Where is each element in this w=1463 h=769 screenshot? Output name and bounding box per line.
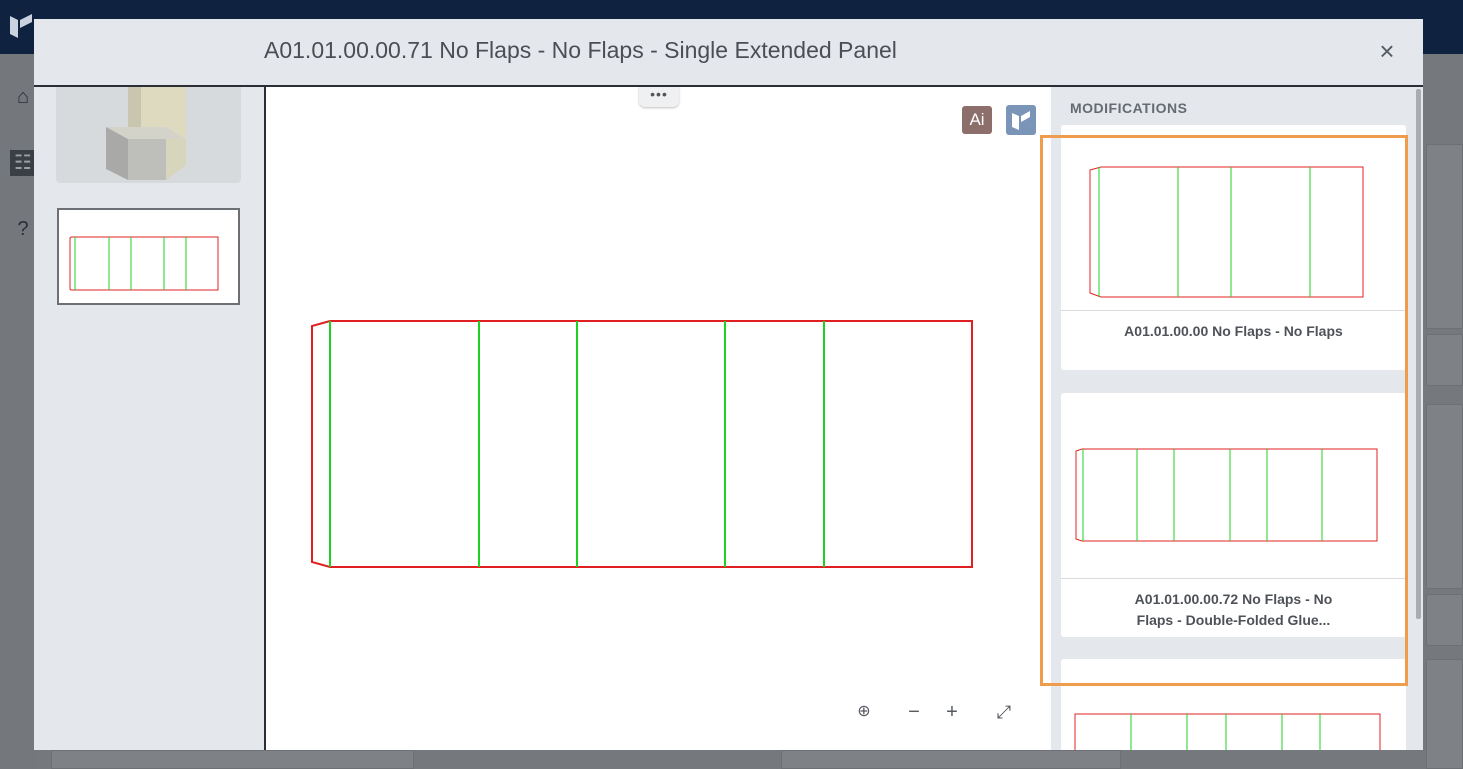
modification-dieline-image (1074, 713, 1381, 750)
modification-preview (1061, 393, 1406, 579)
thumbnail-3d[interactable] (56, 87, 241, 183)
dieline-thumbnail-image (69, 236, 219, 291)
modifications-heading: MODIFICATIONS (1070, 100, 1188, 116)
box-3d-image (106, 87, 186, 180)
modification-dieline-image (1089, 166, 1364, 298)
modal-title: A01.01.00.00.71 No Flaps - No Flaps - Si… (264, 37, 897, 63)
modifications-panel: MODIFICATIONS A01.01.00.00 No Flaps - No… (1051, 87, 1423, 750)
modification-dieline-image (1075, 448, 1378, 542)
modification-card[interactable]: A01.01.00.00 No Flaps - No Flaps (1061, 125, 1406, 370)
dieline-canvas[interactable]: ••• Ai ⊕ − + ⤢ (264, 87, 1051, 750)
zoom-out-icon[interactable]: − (902, 700, 926, 724)
modifications-scrollbar[interactable] (1416, 89, 1421, 619)
preview-thumbnails (34, 87, 264, 750)
help-icon[interactable]: ? (10, 216, 36, 242)
modification-label: A01.01.00.00.72 No Flaps - No Flaps - Do… (1134, 591, 1333, 628)
thumbnail-dieline[interactable] (57, 208, 240, 305)
modification-card[interactable]: A01.01.00.00.72 No Flaps - No Flaps - Do… (1061, 393, 1406, 637)
product-detail-modal: A01.01.00.00.71 No Flaps - No Flaps - Si… (34, 19, 1423, 750)
bg-card (51, 750, 414, 769)
cut-outline (311, 320, 973, 568)
home-icon[interactable]: ⌂ (10, 84, 36, 110)
modal-header: A01.01.00.00.71 No Flaps - No Flaps - Si… (34, 19, 1423, 87)
bg-card (781, 750, 1121, 769)
app-logo-icon (10, 14, 32, 38)
bg-card (1426, 659, 1463, 769)
zoom-fit-icon[interactable]: ⊕ (852, 700, 876, 724)
close-icon[interactable]: × (1373, 37, 1401, 65)
zoom-in-icon[interactable]: + (940, 700, 964, 724)
tree-icon[interactable]: ☷ (10, 150, 36, 176)
bg-card (1426, 404, 1463, 589)
modification-preview (1061, 659, 1406, 750)
modification-label: A01.01.00.00 No Flaps - No Flaps (1124, 323, 1343, 339)
app-sidebar: ⌂ ☷ ? (0, 54, 36, 769)
bg-card (1426, 594, 1463, 646)
fullscreen-icon[interactable]: ⤢ (992, 700, 1016, 724)
bg-card (1426, 144, 1463, 329)
modification-preview (1061, 125, 1406, 311)
dieline-drawing (311, 320, 973, 568)
modification-card[interactable] (1061, 659, 1406, 750)
bg-card (1426, 334, 1463, 386)
